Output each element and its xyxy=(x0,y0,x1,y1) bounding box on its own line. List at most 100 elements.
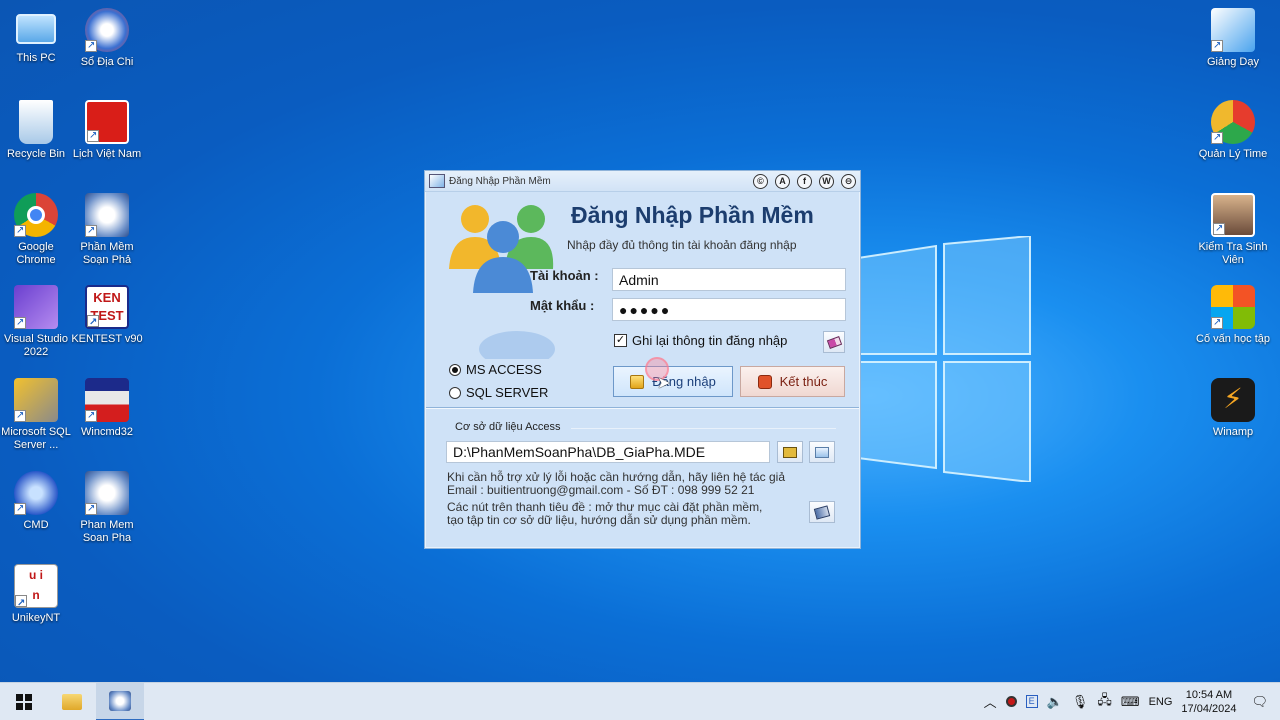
guide-button[interactable] xyxy=(809,501,835,523)
users-icon-reflection xyxy=(479,331,555,359)
password-input[interactable]: ●●●●● xyxy=(612,298,846,321)
desktop-icon-kiem-tra-sinh-vien[interactable]: Kiểm Tra Sinh Viên xyxy=(1195,193,1271,267)
taskbar: ︿ E 🔈 🎙 🖧 ⌨ ENG 10:54 AM 17/04/2024 🗨 xyxy=(0,682,1280,720)
so-dia-chi-icon xyxy=(85,8,129,52)
account-label: Tài khoản : xyxy=(530,268,599,283)
visual-studio-icon xyxy=(14,285,58,329)
account-input[interactable]: Admin xyxy=(612,268,846,291)
radio-label: MS ACCESS xyxy=(466,362,542,377)
giang-day-icon xyxy=(1211,8,1255,52)
db-group-label: Cơ sở dữ liệu Access xyxy=(455,421,561,433)
notifications-icon[interactable]: 🗨 xyxy=(1251,694,1268,710)
mouse-cursor-icon: ➤ xyxy=(657,375,671,392)
dialog-heading: Đăng Nhập Phần Mềm xyxy=(571,202,814,228)
eraser-icon xyxy=(826,335,842,349)
desktop-icon-phan-mem-soan-pha-2[interactable]: Phan Mem Soan Pha xyxy=(69,471,145,545)
power-icon xyxy=(757,374,772,389)
desktop-icon-label: Cố vấn học tập xyxy=(1196,333,1270,345)
lich-viet-nam-icon xyxy=(85,100,129,144)
co-van-hoc-tap-icon xyxy=(1211,285,1255,329)
desktop-icon-lich-viet-nam[interactable]: Lịch Việt Nam xyxy=(69,100,145,161)
desktop-icon-label: KENTEST v90 xyxy=(71,333,143,345)
desktop-icon-so-dia-chi[interactable]: Sổ Địa Chi xyxy=(69,8,145,69)
desktop-icon-label: Quản Lý Time xyxy=(1198,148,1268,160)
checkbox-check-icon: ✓ xyxy=(614,334,627,347)
db-path-input[interactable]: D:\PhanMemSoanPha\DB_GiaPha.MDE xyxy=(446,441,770,463)
kentest-icon: KEN TEST xyxy=(85,285,129,332)
minimize-title-button[interactable]: ⊖ xyxy=(841,173,856,189)
windows-logo-wallpaper xyxy=(858,236,1031,482)
speaker-icon[interactable]: 🔈 xyxy=(1047,694,1063,710)
password-label: Mật khẩu : xyxy=(530,298,595,313)
desktop-icon-label: Microsoft SQL Server ... xyxy=(1,426,71,451)
app-taskbar-icon xyxy=(109,690,131,711)
taskbar-login-app[interactable] xyxy=(96,682,144,720)
remember-label: Ghi lại thông tin đăng nhập xyxy=(632,333,788,348)
keyboard-e-icon[interactable]: E xyxy=(1025,695,1038,708)
desktop-icon-kentest[interactable]: KENTEST KENTEST v90 xyxy=(69,285,145,346)
clock[interactable]: 10:54 AM 17/04/2024 xyxy=(1181,688,1236,716)
desktop-icon-label: Giảng Dạy xyxy=(1207,56,1259,68)
desktop-icon-this-pc[interactable]: This PC xyxy=(0,8,74,65)
cmd-icon xyxy=(14,471,58,515)
desktop-icon-co-van-hoc-tap[interactable]: Cố vấn học tập xyxy=(1195,285,1271,346)
network-icon[interactable]: 🖧 xyxy=(1097,691,1112,713)
winamp-icon: ⚡ xyxy=(1211,378,1255,422)
desktop-icon-quan-ly-time[interactable]: Quản Lý Time xyxy=(1195,100,1271,161)
radio-unselected-icon xyxy=(449,386,461,399)
desktop-icon-label: Recycle Bin xyxy=(6,148,66,160)
taskbar-file-explorer[interactable] xyxy=(48,683,96,720)
book-icon xyxy=(813,504,831,520)
radio-sql-server[interactable]: SQL SERVER xyxy=(449,385,548,400)
ime-icon[interactable]: ⌨ xyxy=(1121,694,1140,710)
radio-ms-access[interactable]: MS ACCESS xyxy=(449,362,542,377)
this-pc-icon xyxy=(16,14,56,44)
desktop-icon-label: Google Chrome xyxy=(16,241,56,266)
desktop-icon-visual-studio[interactable]: Visual Studio 2022 xyxy=(0,285,74,359)
desktop-icon-cmd[interactable]: CMD xyxy=(0,471,74,532)
start-button[interactable] xyxy=(0,683,48,720)
access-title-button[interactable]: A xyxy=(775,173,790,189)
desktop-icon-wincmd[interactable]: Wincmd32 xyxy=(69,378,145,439)
clock-time: 10:54 AM xyxy=(1185,688,1233,701)
radio-selected-icon xyxy=(449,363,461,376)
exit-button[interactable]: Kết thúc xyxy=(740,366,845,397)
desktop-icon-giang-day[interactable]: Giảng Dạy xyxy=(1195,8,1271,69)
app-icon xyxy=(429,174,445,188)
wincmd-icon xyxy=(85,378,129,422)
record-icon[interactable] xyxy=(1005,696,1017,707)
desktop-icon-recycle-bin[interactable]: Recycle Bin xyxy=(0,100,74,161)
folder-icon xyxy=(62,693,82,710)
remember-checkbox[interactable]: ✓ Ghi lại thông tin đăng nhập xyxy=(614,333,787,348)
desktop-icon-phan-mem-soan-pha[interactable]: Phần Mềm Soạn Phả xyxy=(69,193,145,267)
help-text-2: Email : buitientruong@gmail.com - Số ĐT … xyxy=(447,483,755,497)
desktop-icon-unikey[interactable]: u in UnikeyNT xyxy=(0,564,74,625)
clock-date: 17/04/2024 xyxy=(1181,702,1237,715)
browse-db-button[interactable] xyxy=(777,441,803,463)
word-title-button[interactable]: W xyxy=(819,173,834,189)
desktop-icon-winamp[interactable]: ⚡ Winamp xyxy=(1195,378,1271,439)
clear-credentials-button[interactable] xyxy=(823,331,845,353)
key-icon xyxy=(630,374,645,389)
desktop-icon-label: Phan Mem Soan Pha xyxy=(80,519,134,544)
dialog-titlebar[interactable]: Đăng Nhập Phần Mềm © A f W ⊖ xyxy=(425,171,860,192)
chevron-up-icon[interactable]: ︿ xyxy=(984,692,997,711)
help-text-4: tạo tập tin cơ sở dữ liệu, hướng dẫn sử … xyxy=(447,513,751,527)
desktop-icon-chrome[interactable]: Google Chrome xyxy=(0,193,74,267)
phan-mem-soan-pha-2-icon xyxy=(85,471,129,515)
language-indicator[interactable]: ENG xyxy=(1149,696,1173,708)
desktop-icon-label: Winamp xyxy=(1212,426,1254,438)
microphone-icon[interactable]: 🎙 xyxy=(1072,694,1089,710)
radio-label: SQL SERVER xyxy=(466,385,549,400)
copyright-title-button[interactable]: © xyxy=(753,173,768,189)
sql-server-icon xyxy=(14,378,58,422)
desktop-icon-label: UnikeyNT xyxy=(11,612,61,624)
create-db-button[interactable] xyxy=(809,441,835,463)
unikey-icon: u in xyxy=(14,564,58,614)
desktop-icon-label: Visual Studio 2022 xyxy=(3,333,68,358)
quan-ly-time-icon xyxy=(1211,100,1255,144)
folder-title-button[interactable]: f xyxy=(797,173,812,189)
login-button[interactable]: Đăng nhập xyxy=(613,366,733,397)
desktop-icon-sql-server[interactable]: Microsoft SQL Server ... xyxy=(0,378,74,452)
dialog-separator xyxy=(426,407,859,409)
